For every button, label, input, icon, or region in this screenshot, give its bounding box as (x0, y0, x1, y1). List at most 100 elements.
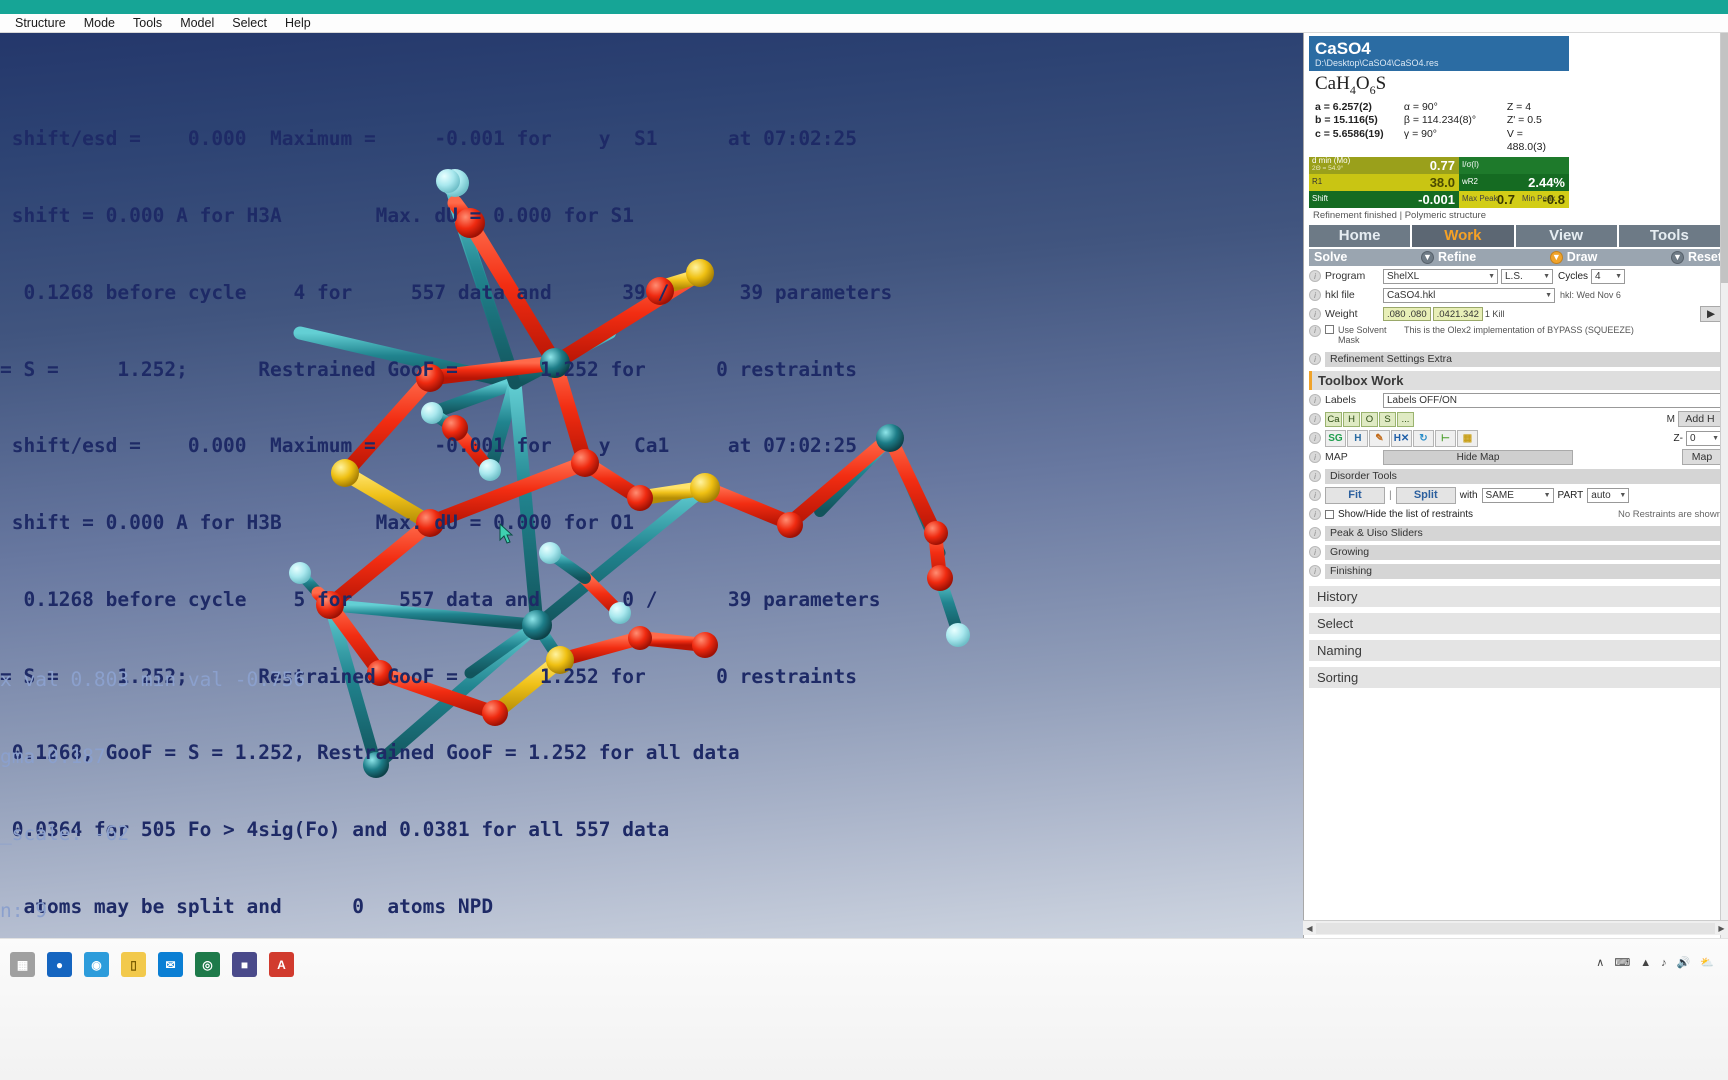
info-icon[interactable]: i (1309, 489, 1321, 502)
info-icon[interactable]: i (1309, 394, 1321, 407)
olex-panel[interactable]: CaSO4 D:\Desktop\CaSO4\CaSO4.res CaH4O6S… (1303, 33, 1728, 938)
growing-section[interactable]: Growing (1325, 544, 1722, 560)
menu-item-tools[interactable]: Tools (124, 14, 171, 33)
tab-tools[interactable]: Tools (1618, 224, 1720, 247)
toolbox-work-title[interactable]: Toolbox Work (1309, 370, 1722, 390)
info-icon[interactable]: i (1309, 432, 1321, 445)
element-button-o[interactable]: O (1361, 411, 1378, 427)
main-tabs[interactable]: Home Work View Tools (1309, 224, 1722, 247)
add-hydrogen-icon[interactable]: H (1347, 429, 1368, 447)
top-accent-strip (0, 0, 1728, 14)
tab-view[interactable]: View (1515, 224, 1617, 247)
panel-horizontal-scrollbar[interactable]: ◀ ▶ (1303, 920, 1728, 935)
refinement-settings-extra[interactable]: Refinement Settings Extra (1325, 351, 1722, 367)
element-button-h[interactable]: H (1343, 411, 1360, 427)
pdf-icon[interactable]: A (269, 952, 294, 977)
add-h-button[interactable]: Add H (1678, 411, 1722, 428)
brush-icon[interactable]: ✎ (1369, 429, 1390, 447)
menu-item-select[interactable]: Select (223, 14, 276, 33)
info-icon[interactable]: i (1309, 470, 1321, 483)
info-icon[interactable]: i (1309, 353, 1321, 366)
draw-button[interactable]: Draw (1567, 250, 1598, 264)
tray-network-icon[interactable]: ▲ (1640, 957, 1651, 969)
same-select[interactable]: SAME ▼ (1481, 487, 1554, 503)
section-select[interactable]: Select (1309, 612, 1722, 634)
tab-work[interactable]: Work (1412, 224, 1514, 247)
element-button-more[interactable]: ... (1397, 411, 1414, 427)
labels-value[interactable]: Labels OFF/ON (1383, 392, 1722, 408)
hfix-icon[interactable]: H✕ (1391, 429, 1412, 447)
menu-item-mode[interactable]: Mode (75, 14, 124, 33)
info-icon[interactable]: i (1309, 289, 1321, 302)
refine-run-icon[interactable]: ▼ (1549, 250, 1563, 264)
app-icon[interactable]: ■ (232, 952, 257, 977)
solve-run-icon[interactable]: ▼ (1420, 250, 1434, 264)
fit-button[interactable]: Fit (1325, 486, 1385, 504)
tab-home[interactable]: Home (1309, 224, 1411, 247)
menu-item-help[interactable]: Help (276, 14, 320, 33)
hide-map-button[interactable]: Hide Map (1383, 449, 1573, 465)
tray-chevron-up-icon[interactable]: ∧ (1596, 956, 1604, 969)
info-icon[interactable]: i (1309, 527, 1321, 540)
finishing-section[interactable]: Finishing (1325, 563, 1722, 579)
info-icon[interactable]: i (1309, 270, 1321, 283)
fragment-icon[interactable]: ⊢ (1435, 429, 1456, 447)
map-button[interactable]: Map (1682, 449, 1722, 466)
scroll-left-arrow[interactable]: ◀ (1303, 924, 1316, 933)
olex-icon[interactable]: ◎ (195, 952, 220, 977)
tray-weather-icon[interactable]: ⛅ (1700, 956, 1714, 969)
tray-volume-icon[interactable]: 🔊 (1677, 956, 1691, 969)
method-select[interactable]: L.S. ▼ (1501, 268, 1553, 284)
chrome-icon[interactable]: ◉ (84, 952, 109, 977)
split-button[interactable]: Split (1395, 486, 1456, 504)
weight-old-value[interactable]: .080 .080 (1383, 307, 1431, 322)
cycles-input[interactable]: 4 ▼ (1591, 268, 1626, 284)
scrollbar-thumb[interactable] (1721, 33, 1728, 283)
mail-icon[interactable]: ✉ (158, 952, 183, 977)
molecule-model[interactable] (0, 33, 1303, 938)
refine-button[interactable]: Refine (1438, 250, 1476, 264)
peak-uiso-sliders[interactable]: Peak & Uiso Sliders (1325, 525, 1722, 541)
scroll-track[interactable] (1316, 922, 1715, 934)
sgrow-icon[interactable]: SG (1325, 429, 1346, 447)
info-icon[interactable]: i (1309, 324, 1321, 337)
chevron-down-icon: ▼ (1543, 491, 1551, 499)
folder-icon[interactable]: ▯ (121, 952, 146, 977)
molecule-viewport[interactable]: shift/esd = 0.000 Maximum = -0.001 for y… (0, 33, 1303, 938)
info-icon[interactable]: i (1309, 546, 1321, 559)
info-icon[interactable]: i (1309, 451, 1321, 464)
disorder-tools-title[interactable]: Disorder Tools (1325, 468, 1722, 484)
add-h-icon: M (1666, 413, 1675, 425)
reset-button[interactable]: Reset (1688, 250, 1722, 264)
hkl-select[interactable]: CaSO4.hkl ▼ (1383, 287, 1555, 303)
part-select[interactable]: auto ▼ (1587, 487, 1630, 503)
panel-vertical-scrollbar[interactable] (1720, 33, 1728, 938)
solvent-mask-checkbox[interactable] (1325, 324, 1334, 334)
solve-button[interactable]: Solve (1314, 250, 1347, 264)
program-select[interactable]: ShelXL ▼ (1383, 268, 1498, 284)
section-history[interactable]: History (1309, 585, 1722, 607)
element-button-ca[interactable]: Ca (1325, 411, 1342, 427)
start-icon[interactable]: ▦ (10, 952, 35, 977)
info-icon[interactable]: i (1309, 413, 1321, 426)
draw-run-icon[interactable]: ▼ (1670, 250, 1684, 264)
restraints-checkbox[interactable] (1325, 509, 1334, 519)
menu-item-structure[interactable]: Structure (6, 14, 75, 33)
search-icon[interactable]: ● (47, 952, 72, 977)
weight-new-value[interactable]: .0421.342 (1432, 307, 1483, 322)
taskbar[interactable]: ▦ ● ◉ ▯ ✉ ◎ ■ A ∧ ⌨ ▲ ♪ 🔊 ⛅ (0, 938, 1728, 1080)
info-icon[interactable]: i (1309, 565, 1321, 578)
scroll-right-arrow[interactable]: ▶ (1715, 924, 1728, 933)
info-icon[interactable]: i (1309, 508, 1321, 521)
element-button-s[interactable]: S (1379, 411, 1396, 427)
tray-keyboard-icon[interactable]: ⌨ (1614, 956, 1630, 969)
grid-icon[interactable]: ▦ (1457, 429, 1478, 447)
zoom-select[interactable]: 0 ▼ (1686, 430, 1722, 446)
refresh-icon[interactable]: ↻ (1413, 429, 1434, 447)
menu-item-model[interactable]: Model (171, 14, 223, 33)
weight-apply-button[interactable]: ▶ (1700, 306, 1722, 323)
info-icon[interactable]: i (1309, 308, 1321, 321)
section-naming[interactable]: Naming (1309, 639, 1722, 661)
section-sorting[interactable]: Sorting (1309, 666, 1722, 688)
tray-music-icon[interactable]: ♪ (1661, 957, 1667, 969)
